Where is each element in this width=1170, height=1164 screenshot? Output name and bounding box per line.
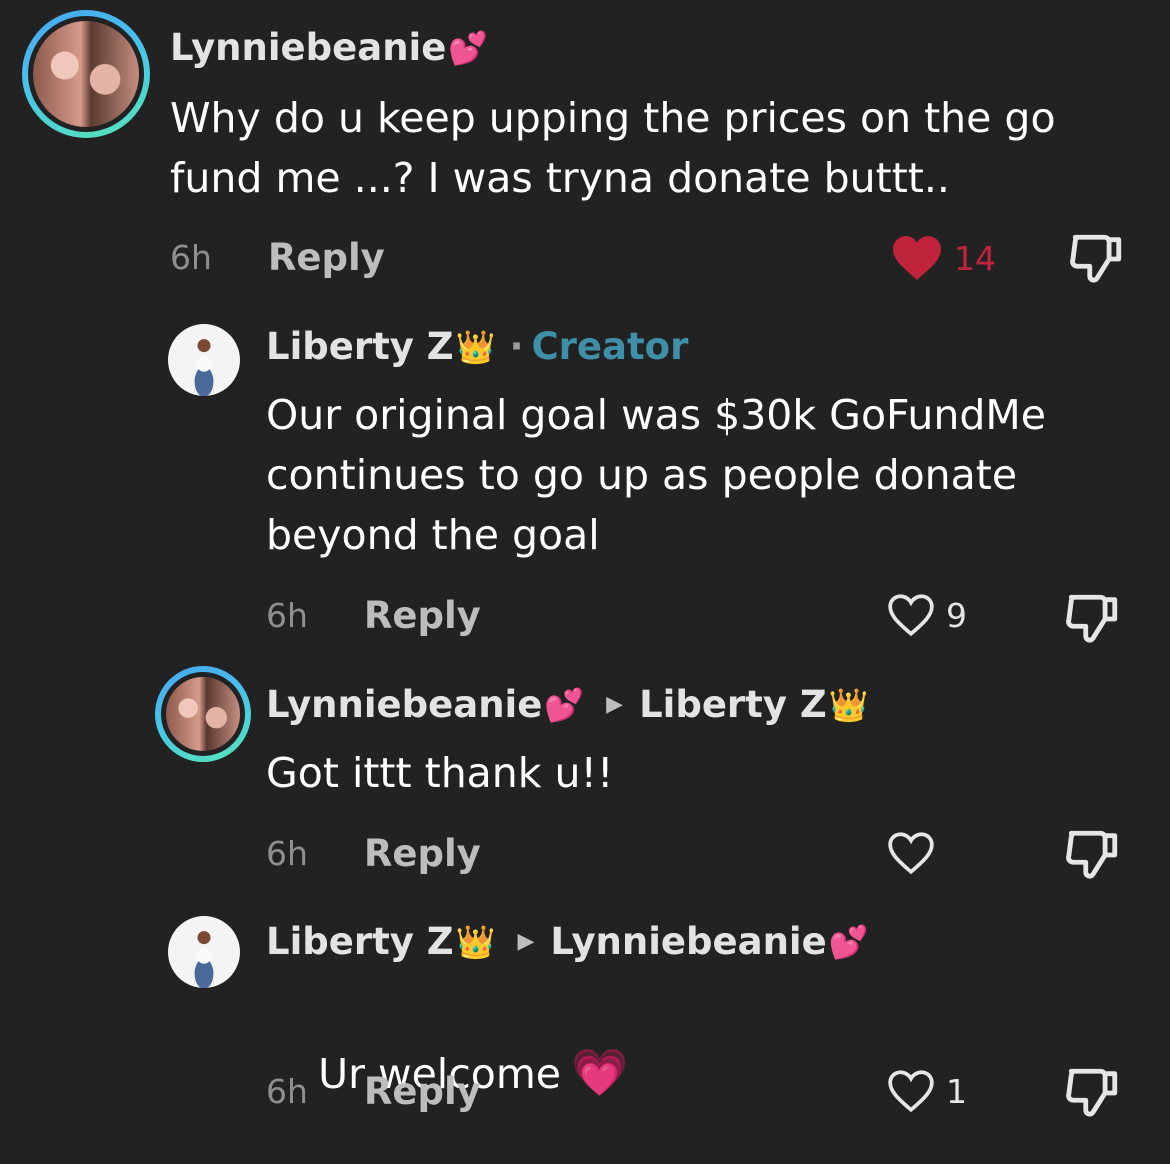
like-button[interactable]: 9 — [886, 592, 967, 638]
comment-username-row: Lynniebeanie 💕 — [170, 26, 488, 69]
like-count: 14 — [954, 238, 996, 278]
heart-outline-icon — [888, 1070, 934, 1113]
thumbs-down-icon[interactable] — [1064, 592, 1122, 646]
heart-outline-icon — [888, 594, 934, 637]
like-count: 1 — [946, 1071, 967, 1111]
comment-meta: 6h Reply — [266, 594, 481, 637]
triangle-right-icon: ▶ — [517, 929, 535, 954]
crown-emoji: 👑 — [828, 685, 869, 724]
reply-button[interactable]: Reply — [364, 594, 481, 637]
heart-filled-icon — [893, 236, 941, 280]
thumbs-down-icon[interactable] — [1068, 232, 1126, 286]
comment-text: Got ittt thank u!! — [266, 749, 614, 797]
comment-meta: 6h Reply — [266, 832, 481, 875]
crown-emoji: 👑 — [455, 327, 496, 366]
thumbs-down-icon[interactable] — [1064, 828, 1122, 882]
crown-emoji: 👑 — [455, 922, 496, 961]
comment-meta: 6h Reply — [170, 236, 385, 279]
sparkling-heart-emoji: 💗 — [570, 1045, 629, 1099]
avatar[interactable] — [168, 916, 240, 988]
comment-text: Our original goal was $30k GoFundMe cont… — [266, 391, 1046, 559]
comment-username-row: Lynniebeanie 💕 ▶ Liberty Z 👑 — [266, 683, 869, 726]
avatar[interactable] — [155, 666, 251, 762]
avatar[interactable] — [168, 324, 240, 396]
triangle-right-icon: ▶ — [606, 692, 624, 717]
heart-emoji: 💕 — [828, 922, 869, 961]
comment-meta: 6h Reply — [266, 1070, 481, 1113]
reply-target-username[interactable]: Liberty Z — [639, 683, 827, 726]
like-button[interactable]: 14 — [890, 234, 996, 282]
like-count: 9 — [946, 595, 967, 635]
heart-outline-icon — [888, 832, 934, 875]
reply-button[interactable]: Reply — [268, 236, 385, 279]
timestamp: 6h — [266, 1072, 308, 1111]
username[interactable]: Lynniebeanie — [170, 26, 446, 69]
timestamp: 6h — [170, 238, 212, 277]
comment-username-row: Liberty Z 👑 ▶ Lynniebeanie 💕 — [266, 920, 869, 963]
thumbs-down-icon[interactable] — [1064, 1066, 1122, 1120]
like-button[interactable]: 1 — [886, 1068, 967, 1114]
username[interactable]: Liberty Z — [266, 920, 454, 963]
like-button[interactable] — [886, 830, 946, 876]
comment-text: Why do u keep upping the prices on the g… — [170, 94, 1056, 202]
reply-button[interactable]: Reply — [364, 832, 481, 875]
timestamp: 6h — [266, 834, 308, 873]
username[interactable]: Lynniebeanie — [266, 683, 542, 726]
comment-username-row: Liberty Z 👑 · Creator — [266, 325, 688, 368]
reply-target-username[interactable]: Lynniebeanie — [550, 920, 826, 963]
timestamp: 6h — [266, 596, 308, 635]
heart-emoji: 💕 — [544, 685, 585, 724]
creator-badge: Creator — [531, 325, 689, 368]
reply-button[interactable]: Reply — [364, 1070, 481, 1113]
heart-emoji: 💕 — [448, 28, 489, 67]
separator-dot: · — [509, 325, 524, 368]
username[interactable]: Liberty Z — [266, 325, 454, 368]
avatar[interactable] — [22, 10, 150, 138]
